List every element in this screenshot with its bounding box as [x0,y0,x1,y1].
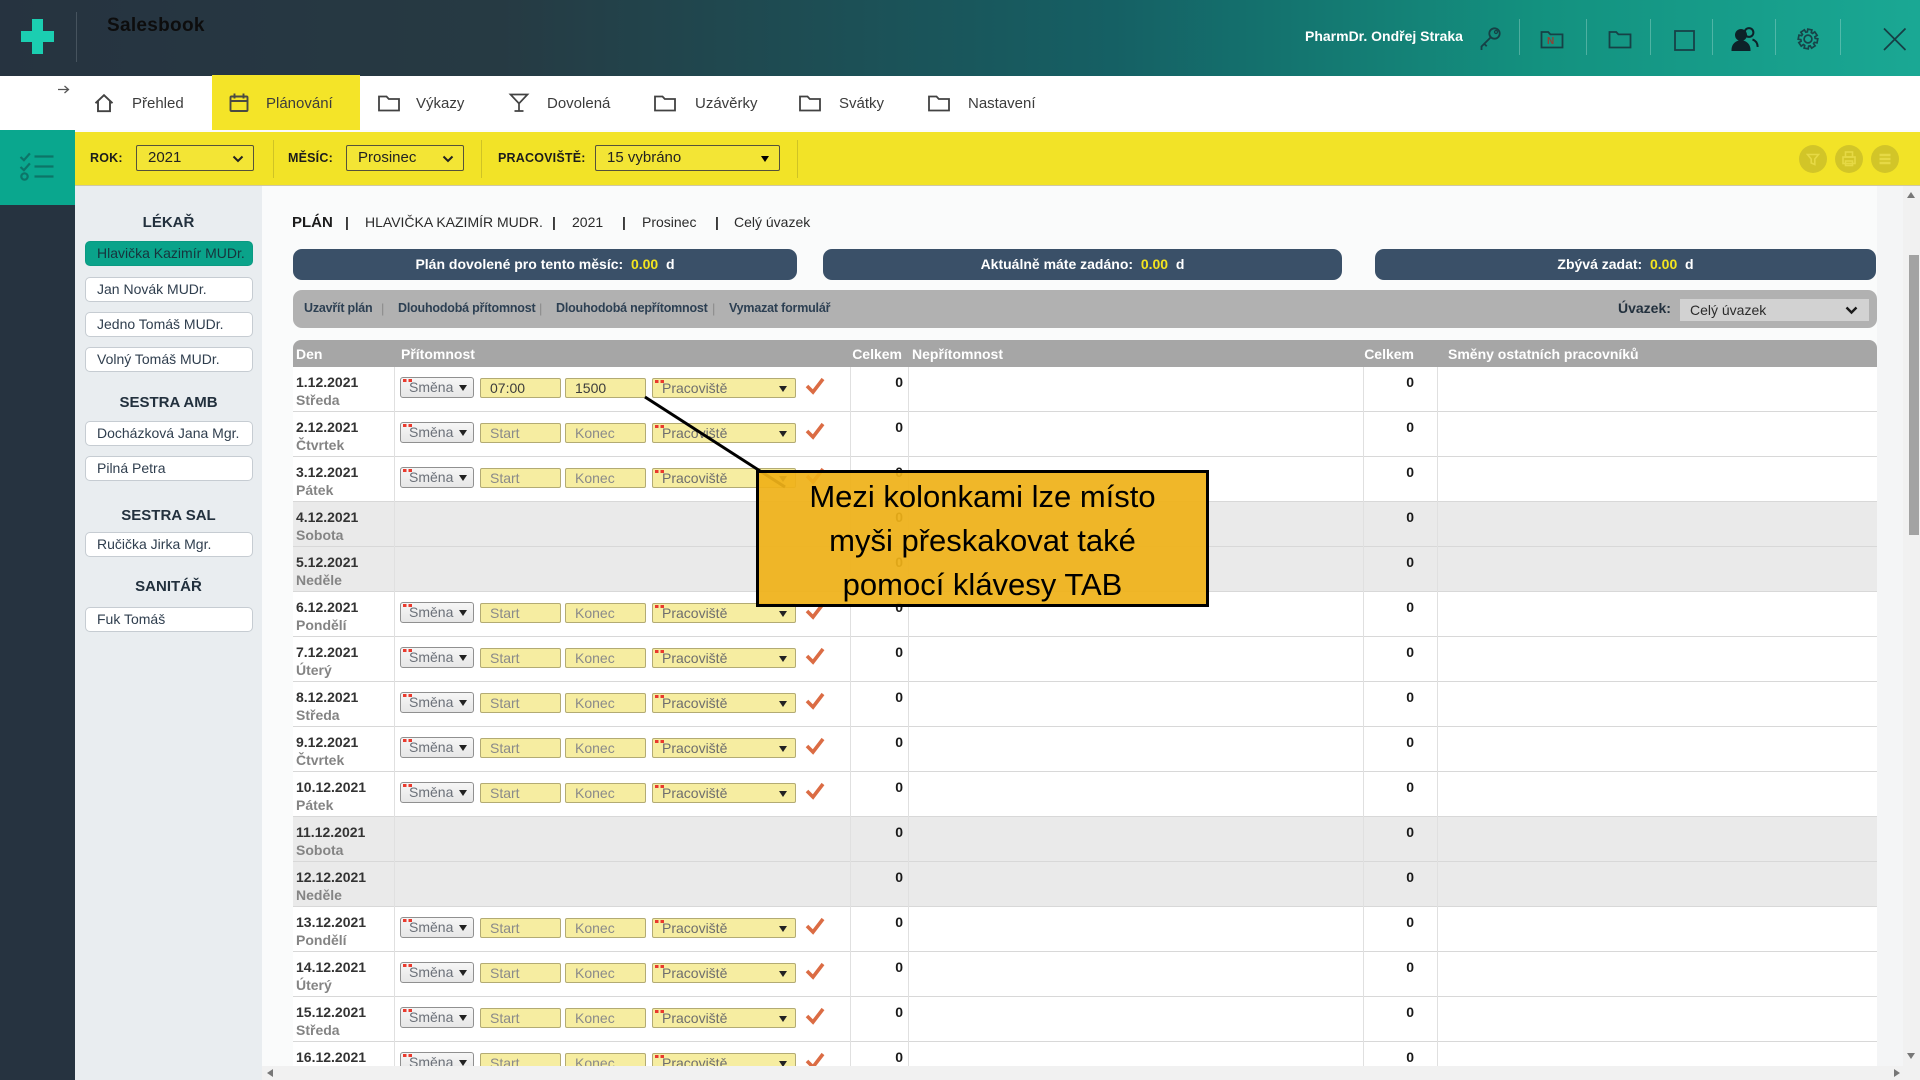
svg-text:N: N [1547,36,1554,47]
